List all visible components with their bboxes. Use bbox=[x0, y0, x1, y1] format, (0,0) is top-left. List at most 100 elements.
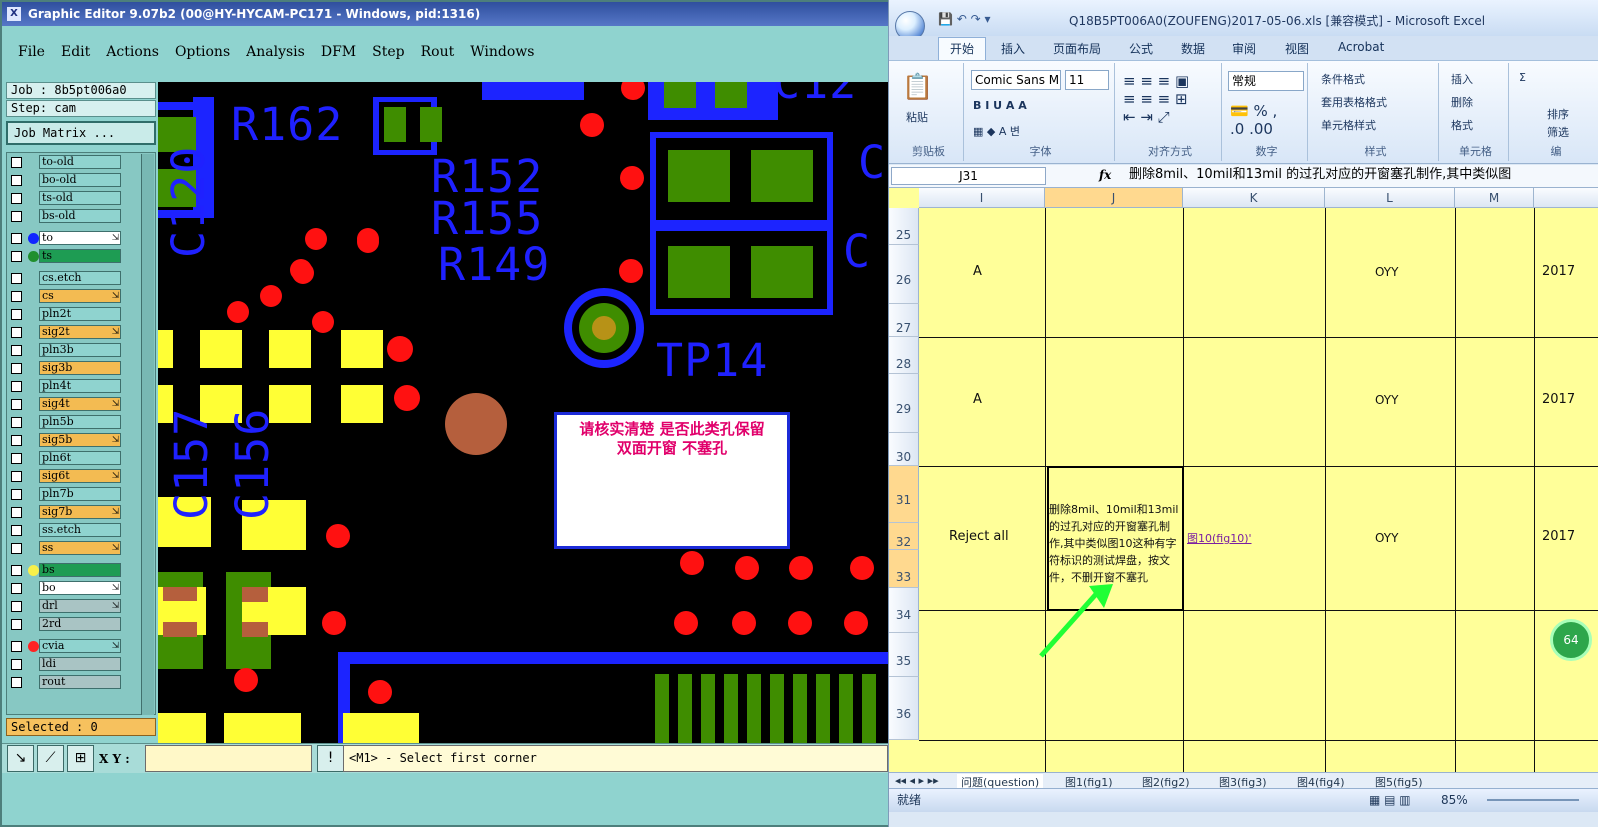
layer-row-pln2t[interactable]: pln2t bbox=[7, 305, 155, 323]
layer-checkbox[interactable] bbox=[11, 582, 22, 594]
layer-name[interactable]: ts bbox=[39, 249, 121, 263]
row-header-26[interactable]: 26 bbox=[889, 245, 919, 304]
table-style[interactable]: 套用表格格式 bbox=[1321, 94, 1387, 110]
layer-checkbox[interactable] bbox=[11, 232, 22, 244]
quick-access-icons[interactable]: 💾 ↶ ↷ ▾ bbox=[938, 12, 991, 26]
layer-row-pln4t[interactable]: pln4t bbox=[7, 377, 155, 395]
row-header-31[interactable]: 31 bbox=[889, 466, 919, 523]
paste-label[interactable]: 粘贴 bbox=[906, 109, 928, 125]
layer-row-ss[interactable]: ss bbox=[7, 539, 155, 557]
layer-name[interactable]: sig7b bbox=[39, 505, 121, 519]
layer-name[interactable]: sig5b bbox=[39, 433, 121, 447]
layer-row-pln7b[interactable]: pln7b bbox=[7, 485, 155, 503]
cell-l31[interactable]: OYY bbox=[1375, 531, 1398, 545]
zoom-level[interactable]: 85% bbox=[1441, 789, 1468, 811]
filter-label[interactable]: 筛选 bbox=[1547, 124, 1569, 140]
layer-name[interactable]: pln4t bbox=[39, 379, 121, 393]
layer-checkbox[interactable] bbox=[11, 524, 22, 536]
layer-row-ts[interactable]: ts bbox=[7, 247, 155, 265]
zoom-home-icon[interactable]: ↘ bbox=[7, 745, 34, 772]
menu-rout[interactable]: Rout bbox=[421, 44, 455, 60]
spreadsheet-grid[interactable]: I J K L M 25 26 27 28 29 30 31 32 33 34 … bbox=[889, 188, 1598, 772]
layer-checkbox[interactable] bbox=[11, 380, 22, 392]
layer-name[interactable]: cs.etch bbox=[39, 271, 121, 285]
layer-checkbox[interactable] bbox=[11, 272, 22, 284]
layer-checkbox[interactable] bbox=[11, 398, 22, 410]
layer-checkbox[interactable] bbox=[11, 362, 22, 374]
row-header-29[interactable]: 29 bbox=[889, 374, 919, 433]
layer-row-sig7b[interactable]: sig7b bbox=[7, 503, 155, 521]
number-format-select[interactable]: 常规 bbox=[1228, 71, 1304, 91]
cell-m29[interactable]: 2017 bbox=[1542, 392, 1575, 407]
menu-dfm[interactable]: DFM bbox=[321, 44, 356, 60]
cell-style[interactable]: 单元格样式 bbox=[1321, 117, 1376, 133]
layer-row-cs[interactable]: cs bbox=[7, 287, 155, 305]
layer-checkbox[interactable] bbox=[11, 326, 22, 338]
conditional-format[interactable]: 条件格式 bbox=[1321, 71, 1365, 87]
layer-name[interactable]: ldi bbox=[39, 657, 121, 671]
layer-checkbox[interactable] bbox=[11, 564, 22, 576]
layer-name[interactable]: bo-old bbox=[39, 173, 121, 187]
layer-row-ts-old[interactable]: ts-old bbox=[7, 189, 155, 207]
layer-checkbox[interactable] bbox=[11, 600, 22, 612]
column-header-i[interactable]: I bbox=[919, 188, 1045, 208]
row-header-35[interactable]: 35 bbox=[889, 633, 919, 677]
layer-name[interactable]: pln5b bbox=[39, 415, 121, 429]
tab-insert[interactable]: 插入 bbox=[1001, 40, 1025, 57]
layer-checkbox[interactable] bbox=[11, 506, 22, 518]
layer-name[interactable]: sig2t bbox=[39, 325, 121, 339]
snap-icon[interactable]: ⟋ bbox=[37, 745, 64, 772]
layer-checkbox[interactable] bbox=[11, 640, 22, 652]
layer-row-bs-old[interactable]: bs-old bbox=[7, 207, 155, 225]
cell-m31[interactable]: 2017 bbox=[1542, 529, 1575, 544]
layer-checkbox[interactable] bbox=[11, 192, 22, 204]
layer-checkbox[interactable] bbox=[11, 250, 22, 262]
paste-icon[interactable]: 📋 bbox=[902, 72, 933, 102]
alignment-icons[interactable]: ≡ ≡ ≡ ▣ ≡ ≡ ≡ ⊞ ⇤ ⇥ ⤢ bbox=[1123, 72, 1189, 126]
zoom-slider[interactable] bbox=[1487, 799, 1579, 801]
layer-name[interactable]: ss bbox=[39, 541, 121, 555]
job-matrix-button[interactable]: Job Matrix ... bbox=[6, 121, 156, 145]
view-icons[interactable]: ▦ ▤ ▥ bbox=[1369, 789, 1411, 811]
fx-icon[interactable]: fx bbox=[1099, 168, 1111, 182]
bold-icon[interactable]: B I U A A bbox=[973, 99, 1027, 112]
layer-row-sig6t[interactable]: sig6t bbox=[7, 467, 155, 485]
layer-row-sig5b[interactable]: sig5b bbox=[7, 431, 155, 449]
layer-row-sig2t[interactable]: sig2t bbox=[7, 323, 155, 341]
layer-checkbox[interactable] bbox=[11, 618, 22, 630]
layer-checkbox[interactable] bbox=[11, 676, 22, 688]
layer-row-sig3b[interactable]: sig3b bbox=[7, 359, 155, 377]
layer-name[interactable]: 2rd bbox=[39, 617, 121, 631]
row-header-28[interactable]: 28 bbox=[889, 337, 919, 374]
tab-view[interactable]: 视图 bbox=[1285, 40, 1309, 57]
layer-row-bo[interactable]: bo bbox=[7, 579, 155, 597]
cell-l26[interactable]: OYY bbox=[1375, 265, 1398, 279]
row-header-25[interactable]: 25 bbox=[889, 208, 919, 245]
border-fill-icon[interactable]: ▦ ◆ A 변 bbox=[973, 123, 1020, 139]
sheet-nav-icons[interactable]: ◂◂ ◂ ▸ ▸▸ bbox=[895, 774, 939, 787]
layer-scrollbar[interactable] bbox=[141, 154, 154, 715]
layer-checkbox[interactable] bbox=[11, 658, 22, 670]
tab-formulas[interactable]: 公式 bbox=[1129, 40, 1153, 57]
column-header-k[interactable]: K bbox=[1183, 188, 1325, 208]
sort-label[interactable]: 排序 bbox=[1547, 106, 1569, 122]
layer-row-drl[interactable]: drl bbox=[7, 597, 155, 615]
tab-page-layout[interactable]: 页面布局 bbox=[1053, 40, 1101, 57]
layer-name[interactable]: ts-old bbox=[39, 191, 121, 205]
layer-row-rout[interactable]: rout bbox=[7, 673, 155, 691]
font-size-select[interactable]: 11 bbox=[1065, 70, 1109, 90]
menu-actions[interactable]: Actions bbox=[106, 44, 159, 60]
layer-checkbox[interactable] bbox=[11, 470, 22, 482]
layer-name[interactable]: ss.etch bbox=[39, 523, 121, 537]
layer-name[interactable]: sig6t bbox=[39, 469, 121, 483]
column-header-j[interactable]: J bbox=[1045, 188, 1183, 208]
cell-m26[interactable]: 2017 bbox=[1542, 264, 1575, 279]
layer-name[interactable]: pln7b bbox=[39, 487, 121, 501]
name-box[interactable]: J31 bbox=[891, 167, 1046, 185]
tab-home[interactable]: 开始 bbox=[938, 37, 986, 61]
layer-name[interactable]: pln2t bbox=[39, 307, 121, 321]
row-header-30[interactable]: 30 bbox=[889, 433, 919, 466]
row-header-32[interactable]: 32 bbox=[889, 523, 919, 550]
menu-options[interactable]: Options bbox=[175, 44, 230, 60]
layer-name[interactable]: bs bbox=[39, 563, 121, 577]
